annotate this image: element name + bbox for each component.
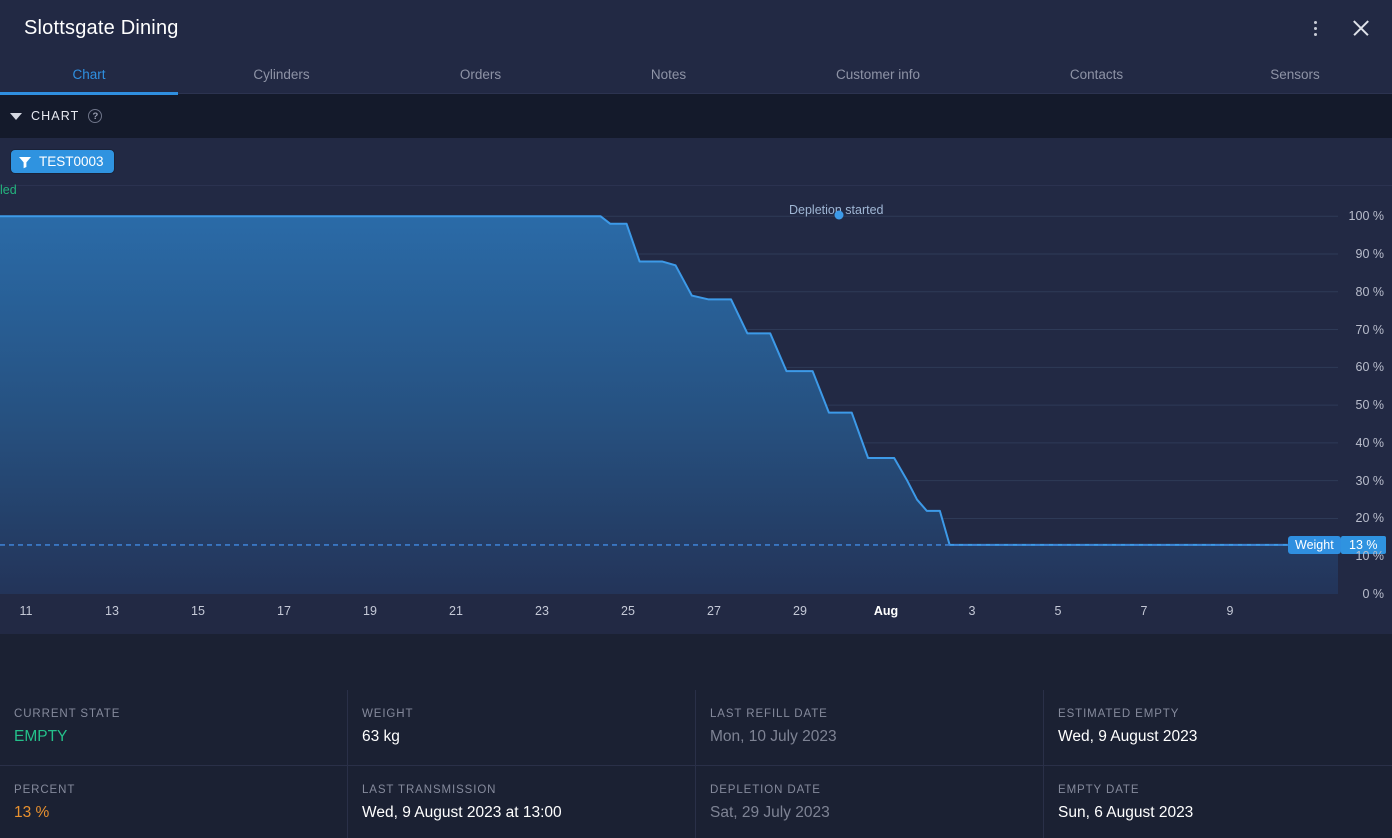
tab-sensors[interactable]: Sensors: [1198, 56, 1392, 94]
y-axis-tick: 0 %: [1362, 587, 1384, 601]
x-axis-tick: 13: [105, 604, 119, 618]
kebab-menu-icon: [1313, 20, 1317, 36]
info-cell-value: Mon, 10 July 2023: [710, 728, 837, 745]
x-axis: 11 13 15 17 19 21 23 25 27 29 Aug 3 5 7 9: [0, 594, 1338, 634]
info-cell-depletion-date: DEPLETION DATE Sat, 29 July 2023: [696, 766, 1044, 838]
tab-bar: Chart Cylinders Orders Notes Customer info Co…: [0, 56, 1392, 95]
tab-customer-info[interactable]: Customer info: [761, 56, 995, 94]
chart-section-title: CHART: [31, 109, 80, 123]
cylinder-detail-window: Slottsgate Dining Chart Cylinders Orders No…: [0, 0, 1392, 838]
info-cell-value: Wed, 9 August 2023 at 13:00: [362, 804, 562, 821]
window-actions: [1300, 0, 1376, 56]
x-axis-tick: 5: [1054, 604, 1062, 618]
help-icon[interactable]: ?: [88, 109, 103, 123]
y-axis-tick: 90 %: [1355, 247, 1385, 261]
y-axis-tick: 30 %: [1355, 473, 1385, 488]
info-cell-label: LAST TRANSMISSION: [362, 784, 497, 796]
tab-label: Cylinders: [253, 67, 310, 82]
tab-label: Notes: [650, 67, 687, 82]
funnel-icon: [19, 156, 31, 168]
tab-orders[interactable]: Orders: [385, 56, 576, 94]
info-cell-percent: PERCENT 13 %: [0, 766, 348, 838]
info-cell-weight: WEIGHT 63 kg: [348, 690, 696, 766]
x-axis-tick: 17: [277, 604, 291, 618]
info-cell-value: Wed, 9 August 2023: [1058, 728, 1198, 745]
caret-down-icon[interactable]: [10, 112, 22, 120]
x-axis-tick: 7: [1140, 604, 1148, 618]
info-grid: CURRENT STATE EMPTY WEIGHT 63 kg LAST REFILL…: [0, 690, 1392, 838]
chart-section-header: CHART ?: [0, 94, 1392, 138]
info-cell-label: EMPTY DATE: [1058, 784, 1140, 796]
x-axis-tick: Aug: [873, 604, 899, 618]
info-cell-last-refill-date: LAST REFILL DATE Mon, 10 July 2023: [696, 690, 1044, 766]
y-axis-tick: 60 %: [1355, 360, 1385, 375]
y-axis-tick: 40 %: [1355, 435, 1385, 450]
tab-cylinders[interactable]: Cylinders: [178, 56, 385, 94]
info-cell-label: CURRENT STATE: [14, 708, 121, 720]
x-axis-tick: 3: [968, 604, 976, 618]
depletion-marker[interactable]: [834, 210, 844, 220]
x-axis-tick: 19: [363, 604, 377, 618]
series-name-badge: Weight: [1288, 535, 1341, 554]
tab-notes[interactable]: Notes: [576, 56, 761, 94]
info-cell-current-state: CURRENT STATE EMPTY: [0, 690, 348, 766]
tab-label: Orders: [459, 67, 502, 82]
tab-label: Chart: [72, 67, 106, 82]
info-cell-value: EMPTY: [14, 728, 68, 745]
info-cell-value: Sat, 29 July 2023: [710, 804, 830, 821]
info-cell-label: PERCENT: [14, 784, 76, 796]
y-axis-tick: 100 %: [1348, 209, 1384, 224]
y-axis: 100 % 90 % 80 % 70 % 60 % 50 % 40 % 30 % 20 % 10 …: [1336, 186, 1392, 601]
info-cell-value: Sun, 6 August 2023: [1058, 804, 1194, 821]
info-cell-label: WEIGHT: [362, 708, 414, 720]
info-cell-empty-date: EMPTY DATE Sun, 6 August 2023: [1044, 766, 1392, 838]
tab-label: Contacts: [1069, 67, 1124, 82]
y-axis-tick: 70 %: [1355, 322, 1385, 337]
y-axis-tick: 10 %: [1355, 549, 1385, 564]
x-axis-tick: 23: [535, 604, 549, 618]
chart-area: led Depletion started Weight 13 % 100 % 9…: [0, 183, 1392, 634]
kebab-menu-button[interactable]: [1300, 13, 1330, 43]
info-cell-value: 13 %: [14, 804, 50, 821]
info-cell-last-transmission: LAST TRANSMISSION Wed, 9 August 2023 at 1…: [348, 766, 696, 838]
y-axis-tick: 50 %: [1355, 398, 1385, 413]
x-axis-tick: 21: [449, 604, 463, 618]
filter-chip-test0003[interactable]: TEST0003: [10, 149, 115, 174]
x-axis-tick: 15: [191, 604, 205, 618]
info-cell-label: LAST REFILL DATE: [710, 708, 828, 720]
tab-label: Customer info: [835, 67, 921, 82]
chart-svg: [0, 215, 1338, 594]
x-axis-tick: 11: [19, 604, 33, 618]
y-axis-tick: 20 %: [1355, 511, 1385, 526]
info-cell-estimated-empty: ESTIMATED EMPTY Wed, 9 August 2023: [1044, 690, 1392, 766]
close-button[interactable]: [1346, 13, 1376, 43]
x-axis-tick: 9: [1226, 604, 1234, 618]
x-axis-tick: 25: [621, 604, 635, 618]
tab-label: Sensors: [1270, 67, 1320, 82]
info-cell-label: DEPLETION DATE: [710, 784, 821, 796]
info-cell-value: 63 kg: [362, 728, 400, 745]
x-axis-tick: 27: [707, 604, 721, 618]
close-icon: [1352, 19, 1370, 37]
filter-chip-label: TEST0003: [39, 154, 104, 169]
tab-contacts[interactable]: Contacts: [995, 56, 1198, 94]
page-title: Slottsgate Dining: [24, 16, 179, 39]
refill-annotation: led: [0, 183, 17, 197]
filter-chip-row: TEST0003: [0, 138, 1392, 186]
tab-chart[interactable]: Chart: [0, 56, 178, 95]
x-axis-tick: 29: [793, 604, 807, 618]
y-axis-tick: 80 %: [1355, 284, 1385, 299]
window-titlebar: Slottsgate Dining: [0, 0, 1392, 56]
chart-plot[interactable]: [0, 186, 1338, 594]
info-cell-label: ESTIMATED EMPTY: [1058, 708, 1180, 720]
